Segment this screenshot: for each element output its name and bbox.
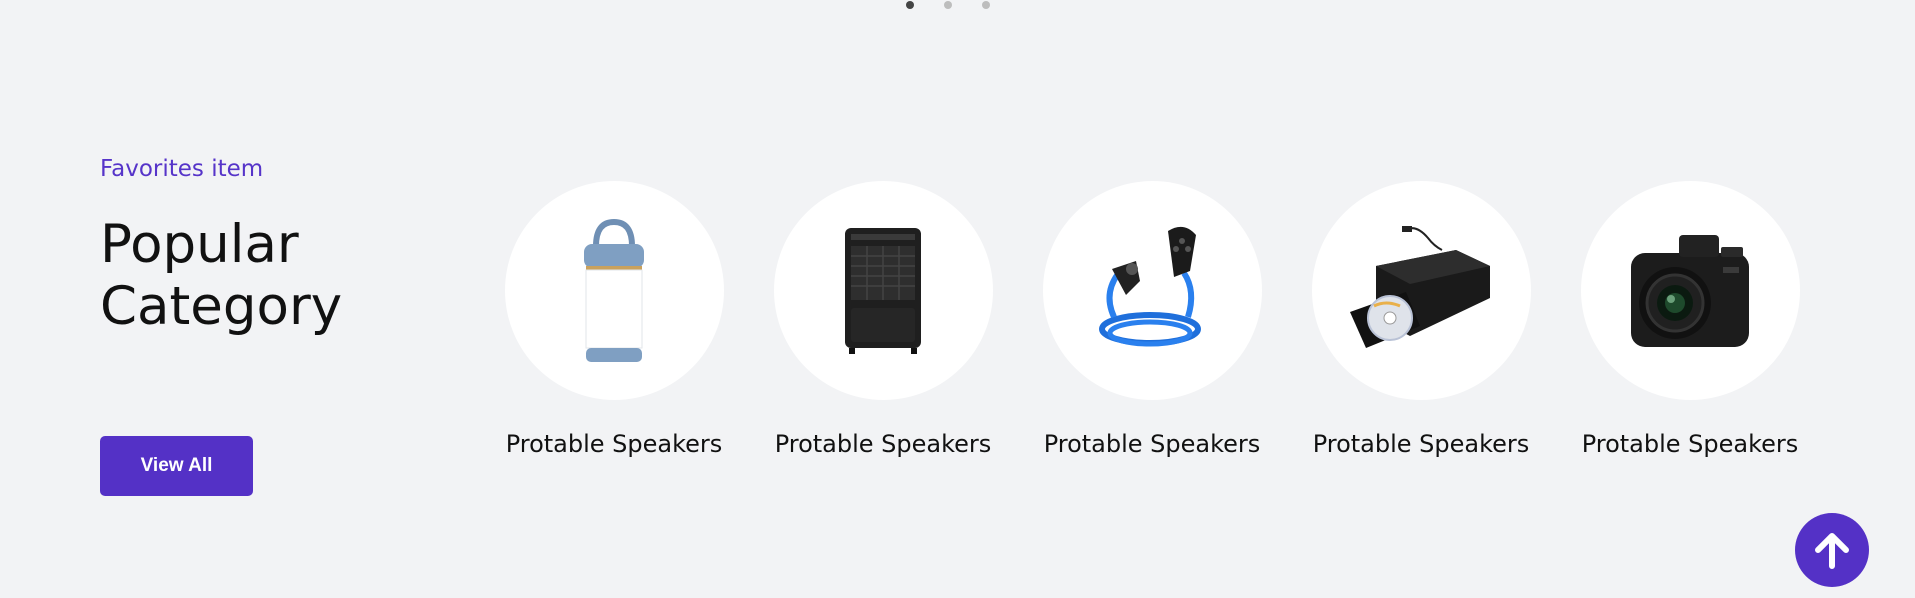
section-title-line-1: Popular [100,214,299,275]
category-image-4 [1311,181,1531,400]
section-eyebrow: Favorites item [100,156,264,182]
category-label: Protable Speakers [1043,430,1261,458]
portable-speaker-icon [584,218,644,362]
dehumidifier-icon [845,227,921,354]
category-label: Protable Speakers [774,430,992,458]
category-card-5[interactable]: Protable Speakers [1580,181,1800,458]
carousel-dot-3[interactable] [982,1,990,9]
category-label: Protable Speakers [1581,430,1799,458]
category-image-1 [504,181,724,400]
ev-charger-cable-icon [1099,226,1201,346]
arrow-up-icon [1815,533,1849,569]
section-title-line-2: Category [100,276,343,337]
carousel-dot-1[interactable] [906,1,914,9]
category-card-1[interactable]: Protable Speakers [504,181,724,458]
external-dvd-drive-icon [1350,225,1490,348]
category-image-3 [1042,181,1262,400]
camera-icon [1631,234,1749,347]
category-image-2 [773,181,993,400]
section-title: Popular Category [100,214,420,338]
view-all-button[interactable]: View All [100,436,253,496]
category-label: Protable Speakers [505,430,723,458]
category-image-5 [1580,181,1800,400]
back-to-top-button[interactable] [1795,513,1869,587]
page-scrollbar[interactable] [1897,0,1915,598]
category-card-2[interactable]: Protable Speakers [773,181,993,458]
carousel-dot-2[interactable] [944,1,952,9]
category-card-3[interactable]: Protable Speakers [1042,181,1262,458]
category-card-4[interactable]: Protable Speakers [1311,181,1531,458]
category-label: Protable Speakers [1312,430,1530,458]
